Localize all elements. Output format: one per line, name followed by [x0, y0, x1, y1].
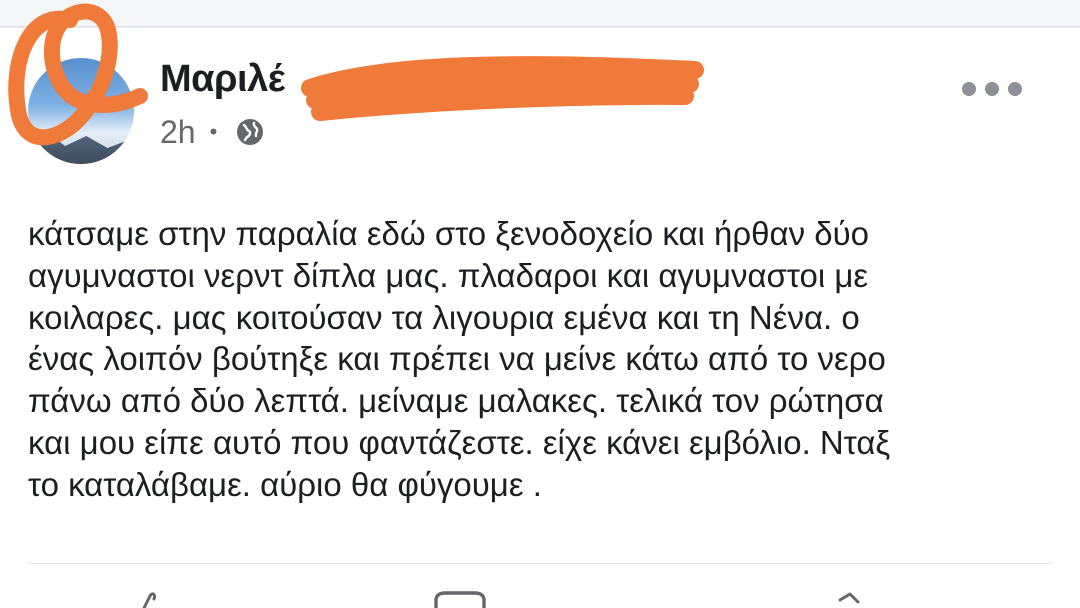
actions-divider: [28, 563, 1052, 564]
post-body-line: αγυμναστοι νερντ δίπλα μας. πλαδαροι και…: [28, 256, 869, 294]
post-body-line: κάτσαμε στην παραλία εδώ στο ξενοδοχείο …: [28, 215, 870, 252]
previous-post-edge: [0, 0, 1080, 27]
meta-separator: •: [209, 119, 218, 144]
post-action-bar: [0, 590, 1080, 608]
like-button[interactable]: [138, 590, 168, 608]
post-meta: 2h •: [160, 112, 265, 152]
more-dot: [1008, 82, 1022, 96]
post-body-line: και μου είπε αυτό που φαντάζεστε. είχε κ…: [28, 423, 891, 461]
share-button[interactable]: [834, 590, 864, 608]
share-icon: [838, 592, 860, 604]
comment-button[interactable]: [430, 590, 490, 608]
author-name[interactable]: Μαριλέ: [160, 58, 285, 101]
post-body: κάτσαμε στην παραλία εδώ στο ξενοδοχείο …: [28, 213, 1068, 506]
feed-separator-top: [0, 0, 1080, 28]
name-redaction-scribble: [301, 56, 704, 121]
comment-icon: [434, 591, 486, 608]
post-body-line: το καταλάβαμε. αύριο θα φύγουμε .: [28, 465, 542, 503]
avatar-photo-rocks: [28, 134, 134, 164]
more-options-icon[interactable]: [962, 76, 1022, 102]
more-dot: [985, 82, 999, 96]
more-dot: [962, 82, 976, 96]
globe-icon[interactable]: [235, 117, 265, 147]
post-timestamp[interactable]: 2h: [160, 114, 196, 151]
post-body-line: ένας λοιπόν βούτηξε και πρέπει να μείνε …: [28, 340, 886, 378]
post-body-line: κοιλαρες. μας κοιτούσαν τα λιγουρια εμέν…: [28, 298, 860, 336]
post-body-line: πάνω από δύο λεπτά. μείναμε μαλακες. τελ…: [28, 382, 884, 420]
avatar[interactable]: [28, 58, 134, 164]
like-icon: [142, 592, 156, 608]
